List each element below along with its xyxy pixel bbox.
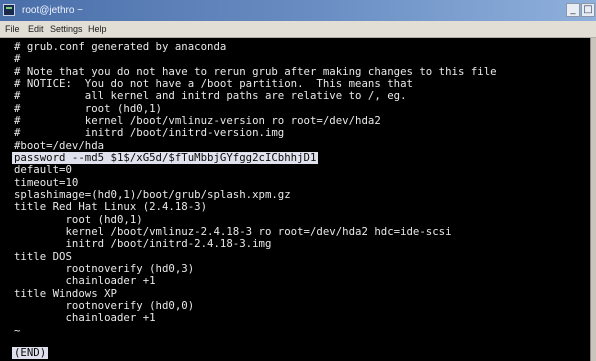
terminal-window: root@jethro ~ _ □ File Edit Settings Hel… xyxy=(0,0,596,361)
terminal-line: chainloader +1 xyxy=(14,311,156,324)
terminal-line: ~ xyxy=(14,324,21,337)
minimize-button[interactable]: _ xyxy=(566,3,580,17)
window-title: root@jethro ~ xyxy=(22,5,84,16)
terminal-line: default=0 xyxy=(14,163,72,176)
terminal-line: # grub.conf generated by anaconda xyxy=(14,40,227,53)
pager-status: (END) xyxy=(12,346,49,359)
terminal-line: # initrd /boot/initrd-version.img xyxy=(14,126,285,139)
terminal-line: chainloader +1 xyxy=(14,274,156,287)
terminal-line: # all kernel and initrd paths are relati… xyxy=(14,89,407,102)
title-bar[interactable]: root@jethro ~ _ □ xyxy=(0,0,596,21)
terminal-line: # xyxy=(14,52,21,65)
terminal-line: title Red Hat Linux (2.4.18-3) xyxy=(14,200,208,213)
terminal-app-icon[interactable] xyxy=(3,4,15,16)
menu-file[interactable]: File xyxy=(5,21,20,37)
menu-help[interactable]: Help xyxy=(88,21,107,37)
menu-settings[interactable]: Settings xyxy=(50,21,83,37)
menu-edit[interactable]: Edit xyxy=(28,21,44,37)
terminal-output[interactable]: # grub.conf generated by anaconda # # No… xyxy=(0,38,590,361)
terminal-line: initrd /boot/initrd-2.4.18-3.img xyxy=(14,237,272,250)
maximize-button[interactable]: □ xyxy=(581,3,595,17)
menu-bar: File Edit Settings Help xyxy=(0,21,596,38)
terminal-scrollbar[interactable] xyxy=(590,38,596,361)
